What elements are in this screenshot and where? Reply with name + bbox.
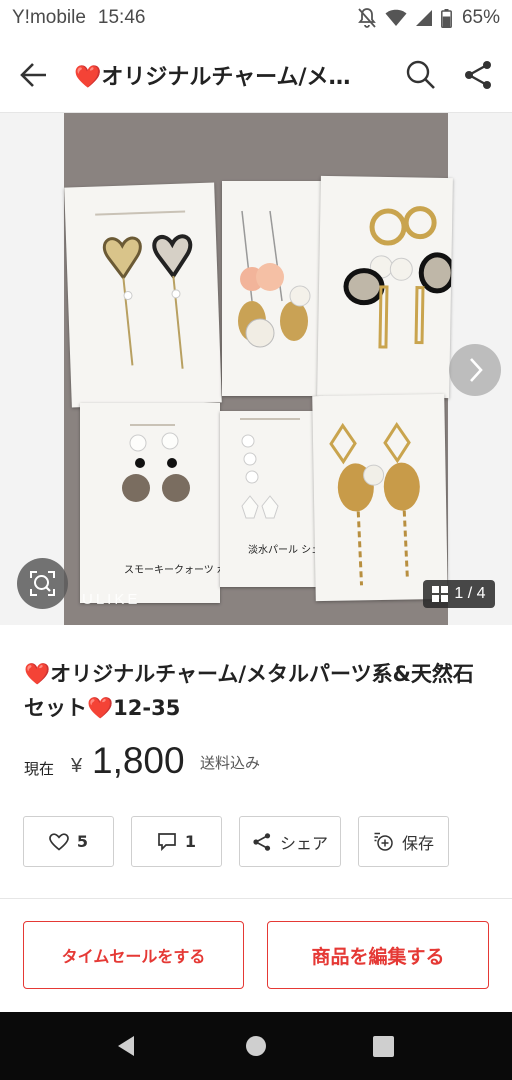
product-title: ❤️オリジナルチャーム/メタルパーツ系&天然石セット❤️12-35 — [24, 657, 494, 725]
price-label: 現在 — [24, 760, 55, 778]
earring-card — [312, 393, 448, 602]
save-button[interactable]: 保存 — [358, 816, 449, 867]
save-label: 保存 — [401, 833, 434, 853]
status-icons: 65% — [357, 6, 500, 30]
section-divider — [0, 898, 512, 899]
heart-emoji: ❤️ — [87, 696, 114, 720]
like-button[interactable]: 5 — [23, 816, 114, 867]
nav-back-icon[interactable] — [114, 1034, 138, 1058]
share-label: シェア — [279, 833, 328, 853]
clock: 15:46 — [97, 7, 146, 28]
time-sale-button[interactable]: タイムセールをする — [23, 921, 244, 989]
zoom-photo-button[interactable] — [17, 558, 68, 609]
card-note: 淡水パール シェル — [248, 544, 320, 556]
currency-symbol: ¥ — [71, 755, 83, 777]
photo-counter-text: 1 / 4 — [454, 585, 486, 602]
product-title-suffix: 12-35 — [113, 696, 181, 720]
comment-icon — [158, 833, 176, 851]
cell-signal-icon — [415, 10, 432, 26]
shipping-note: 送料込み — [200, 754, 261, 772]
edit-item-button[interactable]: 商品を編集する — [267, 921, 489, 989]
status-bar-left: Y!mobile 15:46 — [12, 7, 145, 29]
earring-card — [317, 175, 456, 399]
carrier-label: Y!mobile — [12, 7, 86, 28]
nav-home-icon[interactable] — [245, 1035, 267, 1057]
search-icon[interactable] — [405, 59, 437, 91]
status-bar: Y!mobile 15:46 65% — [0, 0, 512, 36]
share-button[interactable]: シェア — [239, 816, 341, 867]
zoom-search-icon — [30, 571, 55, 596]
nav-recents-icon[interactable] — [373, 1036, 394, 1057]
wifi-icon — [385, 9, 407, 27]
photo-counter: 1 / 4 — [423, 580, 495, 608]
photo-watermark: ULIKE — [82, 591, 141, 608]
battery-icon — [441, 8, 452, 28]
earring-card — [64, 182, 222, 408]
earring-card: スモーキークォーツ 水晶 オニキス — [80, 403, 280, 603]
heart-outline-icon — [49, 832, 69, 851]
product-photo-gallery[interactable]: スモーキークォーツ 水晶 オニキス 淡水パール シェル — [0, 113, 512, 625]
price-row: 現在 ¥ 1,800 送料込み — [24, 740, 494, 784]
notifications-off-icon — [358, 8, 376, 28]
chevron-right-icon — [470, 358, 483, 382]
save-add-icon — [374, 832, 393, 851]
heart-emoji: ❤️ — [24, 662, 51, 686]
battery-percent: 65% — [461, 7, 500, 28]
card-note: スモーキークォーツ 水晶 オニキス — [124, 564, 220, 576]
system-nav-bar — [0, 1012, 512, 1080]
back-arrow-icon[interactable] — [18, 60, 50, 90]
product-photo: スモーキークォーツ 水晶 オニキス 淡水パール シェル — [64, 113, 456, 625]
comment-button[interactable]: 1 — [131, 816, 222, 867]
like-count: 5 — [76, 832, 89, 851]
share-icon — [253, 832, 271, 851]
share-icon[interactable] — [462, 59, 494, 91]
earring-card — [222, 181, 322, 396]
earring-card: 淡水パール シェル — [220, 411, 331, 587]
page-title: ❤️オリジナルチャーム/メ… — [74, 65, 351, 90]
price-amount: 1,800 — [92, 740, 185, 781]
grid-icon — [432, 586, 449, 602]
next-photo-button[interactable] — [449, 344, 501, 396]
comment-count: 1 — [184, 832, 197, 851]
app-bar: ❤️オリジナルチャーム/メ… — [0, 36, 512, 113]
